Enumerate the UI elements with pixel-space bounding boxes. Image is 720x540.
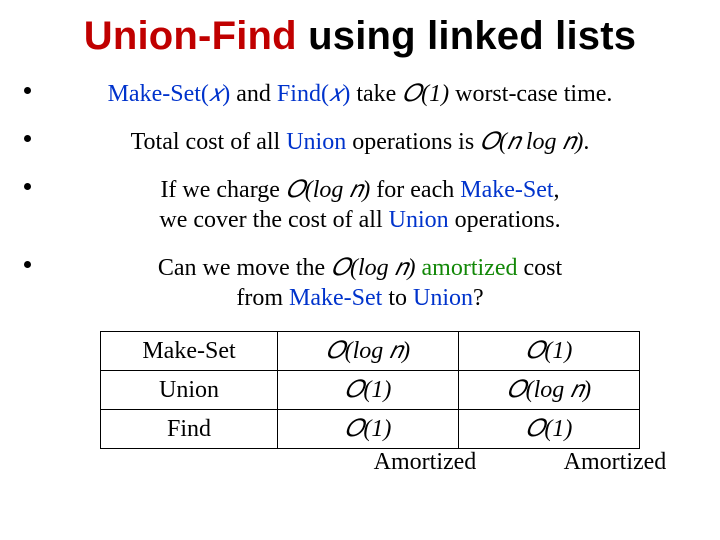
amortized-col-label: Amortized <box>330 449 520 476</box>
bullet-dot-icon <box>24 135 31 142</box>
table-row: Make-Set 𝑂(log 𝑛) 𝑂(1) <box>101 332 640 371</box>
op-union: Union <box>413 285 473 311</box>
op-find: Find(𝑥) <box>277 81 356 107</box>
cell-cx: 𝑂(1) <box>459 410 640 449</box>
bullet-dot-icon <box>24 261 31 268</box>
cell-cx: 𝑂(1) <box>278 410 459 449</box>
cell-op: Union <box>101 371 278 410</box>
title-rest: using linked lists <box>297 14 636 58</box>
bullet-4: Can we move the 𝑂(log 𝑛) amortized cost … <box>30 253 690 313</box>
complexity-logn: 𝑂(log 𝑛) <box>286 177 370 203</box>
op-union: Union <box>389 207 449 233</box>
complexity-logn: 𝑂(log 𝑛) <box>331 255 415 281</box>
cell-cx: 𝑂(log 𝑛) <box>459 371 640 410</box>
bullet-dot-icon <box>24 183 31 190</box>
complexity-nlogn: 𝑂(𝑛 log 𝑛) <box>480 129 583 155</box>
bullet-2: Total cost of all Union operations is 𝑂(… <box>30 127 690 157</box>
cell-cx: 𝑂(1) <box>459 332 640 371</box>
op-make-set: Make-Set <box>460 177 553 203</box>
complexity-table-wrap: Make-Set 𝑂(log 𝑛) 𝑂(1) Union 𝑂(1) 𝑂(log … <box>100 331 640 476</box>
slide-title: Union-Find using linked lists <box>30 14 690 59</box>
table-footer: Amortized Amortized <box>170 449 710 476</box>
bullet-dot-icon <box>24 87 31 94</box>
amortized-label: amortized <box>422 255 518 281</box>
cell-op: Make-Set <box>101 332 278 371</box>
title-highlight: Union-Find <box>84 14 297 58</box>
op-make-set: Make-Set <box>289 285 382 311</box>
table-row: Find 𝑂(1) 𝑂(1) <box>101 410 640 449</box>
op-union: Union <box>286 129 346 155</box>
amortized-col-label: Amortized <box>520 449 710 476</box>
bullet-1: Make-Set(𝑥) and Find(𝑥) take 𝑂(1) worst-… <box>30 79 690 109</box>
table-row: Union 𝑂(1) 𝑂(log 𝑛) <box>101 371 640 410</box>
bullet-3: If we charge 𝑂(log 𝑛) for each Make-Set,… <box>30 175 690 235</box>
cell-op: Find <box>101 410 278 449</box>
cell-cx: 𝑂(1) <box>278 371 459 410</box>
op-make-set: Make-Set(𝑥) <box>108 81 237 107</box>
complexity-table: Make-Set 𝑂(log 𝑛) 𝑂(1) Union 𝑂(1) 𝑂(log … <box>100 331 640 449</box>
slide: Union-Find using linked lists Make-Set(𝑥… <box>0 0 720 540</box>
bullet-list: Make-Set(𝑥) and Find(𝑥) take 𝑂(1) worst-… <box>30 79 690 313</box>
cell-cx: 𝑂(log 𝑛) <box>278 332 459 371</box>
complexity-o1: 𝑂(1) <box>402 81 449 107</box>
